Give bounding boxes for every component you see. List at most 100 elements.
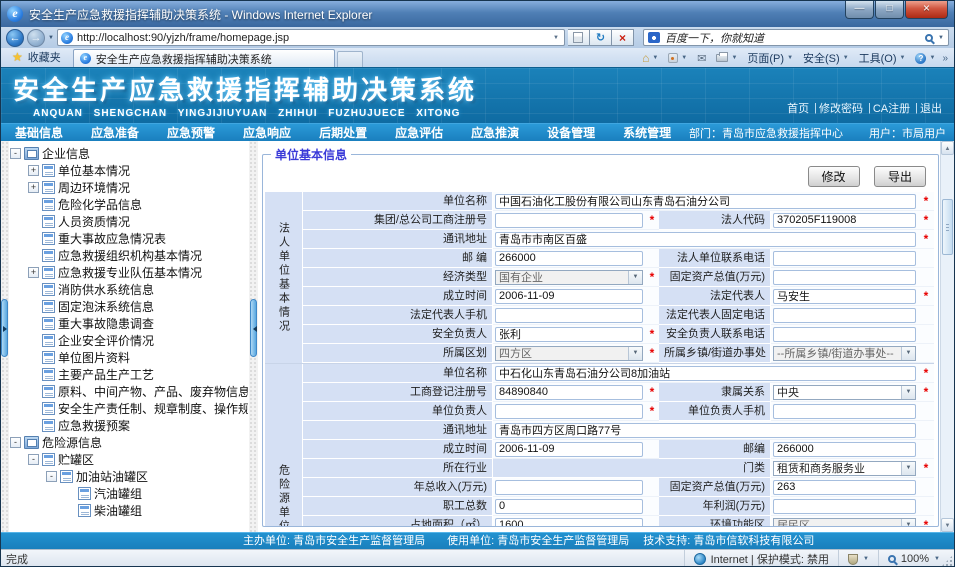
menu-item[interactable]: 后期处置 [305,124,381,141]
tree-item[interactable]: 原料、中间产物、产品、废弃物信息 [10,383,248,400]
tree-item[interactable]: 重大事故应急情况表 [10,230,248,247]
menu-item[interactable]: 应急推演 [457,124,533,141]
header-link[interactable]: 修改密码 [817,100,865,116]
form-input[interactable] [495,194,916,209]
search-input[interactable]: 百度一下，你就知道 [665,30,920,46]
header-link[interactable]: 首页 [785,100,811,116]
form-input[interactable] [773,270,916,285]
form-input[interactable] [773,442,916,457]
tree-item[interactable]: 固定泡沫系统信息 [10,298,248,315]
command-menu-item[interactable]: 安全(S)▼ [798,50,854,66]
form-input[interactable] [773,480,916,495]
back-button[interactable]: ← [6,29,24,47]
form-input[interactable] [495,385,643,400]
select-field[interactable]: 租赁和商务服务业▼ [773,461,916,476]
form-input[interactable] [495,423,916,438]
modify-button[interactable]: 修改 [808,166,860,187]
tree-item[interactable]: 安全生产责任制、规章制度、操作规程信息 [10,400,248,417]
address-dropdown-icon[interactable]: ▼ [551,35,561,41]
tree-item[interactable]: 主要产品生产工艺 [10,366,248,383]
help-button[interactable]: ?▼ [910,53,940,64]
refresh-button[interactable]: ↻ [590,29,612,46]
form-input[interactable] [773,327,916,342]
address-bar[interactable]: e http://localhost:90/yjzh/frame/homepag… [57,29,565,46]
form-input[interactable] [773,289,916,304]
menu-item[interactable]: 系统管理 [609,124,685,141]
tree-item[interactable]: +单位基本情况 [10,162,248,179]
tree-expand-icon[interactable]: + [28,267,39,278]
form-input[interactable] [773,499,916,514]
menu-item[interactable]: 设备管理 [533,124,609,141]
tree-item[interactable]: 重大事故隐患调查 [10,315,248,332]
tree-collapse-icon[interactable]: - [10,437,21,448]
form-input[interactable] [773,404,916,419]
read-mail-button[interactable]: ✉ [692,52,711,65]
scrollbar-thumb[interactable] [942,199,953,255]
form-input[interactable] [495,327,643,342]
menu-item[interactable]: 应急评估 [381,124,457,141]
tree-collapse-icon[interactable]: - [10,148,21,159]
left-splitter-handle[interactable] [1,299,8,357]
menu-item[interactable]: 应急准备 [77,124,153,141]
form-input[interactable] [495,442,643,457]
form-input[interactable] [495,251,643,266]
tree-item[interactable]: 应急救援组织机构基本情况 [10,247,248,264]
minimize-button[interactable]: — [845,1,874,19]
zoom-control[interactable]: 100% ▼ [878,550,949,567]
tree-expand-icon[interactable]: + [28,165,39,176]
form-input[interactable] [495,232,916,247]
more-commands-icon[interactable]: » [940,53,950,64]
select-field[interactable]: --所属乡镇/街道办事处--▼ [773,346,916,361]
tree-collapse-icon[interactable]: - [28,454,39,465]
form-input[interactable] [495,404,643,419]
select-field[interactable]: 中央▼ [773,385,916,400]
command-menu-item[interactable]: 工具(O)▼ [854,50,911,66]
select-field[interactable]: 居民区▼ [773,518,916,528]
feeds-button[interactable]: ▼ [663,53,692,63]
tree-item[interactable]: 汽油罐组 [10,485,248,502]
form-input[interactable] [495,366,916,381]
compatibility-view-button[interactable] [568,29,590,46]
print-button[interactable]: ▼ [711,54,742,62]
tree-splitter-handle[interactable] [250,299,257,357]
search-dropdown-icon[interactable]: ▼ [938,35,944,41]
search-icon[interactable] [925,34,933,42]
header-link[interactable]: 退出 [918,100,944,116]
search-box[interactable]: 百度一下，你就知道 ▼ [643,29,949,46]
close-button[interactable]: × [905,1,948,19]
tree-expand-icon[interactable]: + [28,182,39,193]
stop-button[interactable]: × [612,29,634,46]
home-button[interactable]: ⌂▼ [637,52,663,64]
tree-item[interactable]: 消防供水系统信息 [10,281,248,298]
privacy-segment[interactable]: ▼ [838,550,878,567]
tree-item[interactable]: 人员资质情况 [10,213,248,230]
tree-item[interactable]: 企业安全评价情况 [10,332,248,349]
select-field[interactable]: 四方区▼ [495,346,643,361]
form-input[interactable] [773,308,916,323]
tree-item[interactable]: +应急救援专业队伍基本情况 [10,264,248,281]
forward-button[interactable]: → [27,29,45,47]
content-scrollbar[interactable]: ▲ ▼ [940,141,954,532]
form-input[interactable] [495,213,643,228]
maximize-button[interactable]: □ [875,1,904,19]
new-tab-button[interactable] [337,51,363,67]
form-input[interactable] [495,289,643,304]
tree-item[interactable]: -危险源信息 [10,434,248,451]
form-input[interactable] [773,213,916,228]
form-input[interactable] [495,518,643,528]
tree-item[interactable]: 单位图片资料 [10,349,248,366]
form-input[interactable] [495,308,643,323]
tree-item[interactable]: 应急救援预案 [10,417,248,434]
scroll-down-icon[interactable]: ▼ [941,518,954,532]
header-link[interactable]: CA注册 [871,100,912,116]
tree-item[interactable]: +周边环境情况 [10,179,248,196]
history-dropdown-icon[interactable]: ▼ [48,35,54,41]
form-input[interactable] [495,499,643,514]
url-text[interactable]: http://localhost:90/yjzh/frame/homepage.… [77,32,547,44]
tree-item[interactable]: -贮罐区 [10,451,248,468]
menu-item[interactable]: 应急响应 [229,124,305,141]
tab-active[interactable]: e 安全生产应急救援指挥辅助决策系统 [73,49,335,67]
tree-item[interactable]: -加油站油罐区 [10,468,248,485]
tree-item[interactable]: 危险化学品信息 [10,196,248,213]
form-input[interactable] [773,251,916,266]
